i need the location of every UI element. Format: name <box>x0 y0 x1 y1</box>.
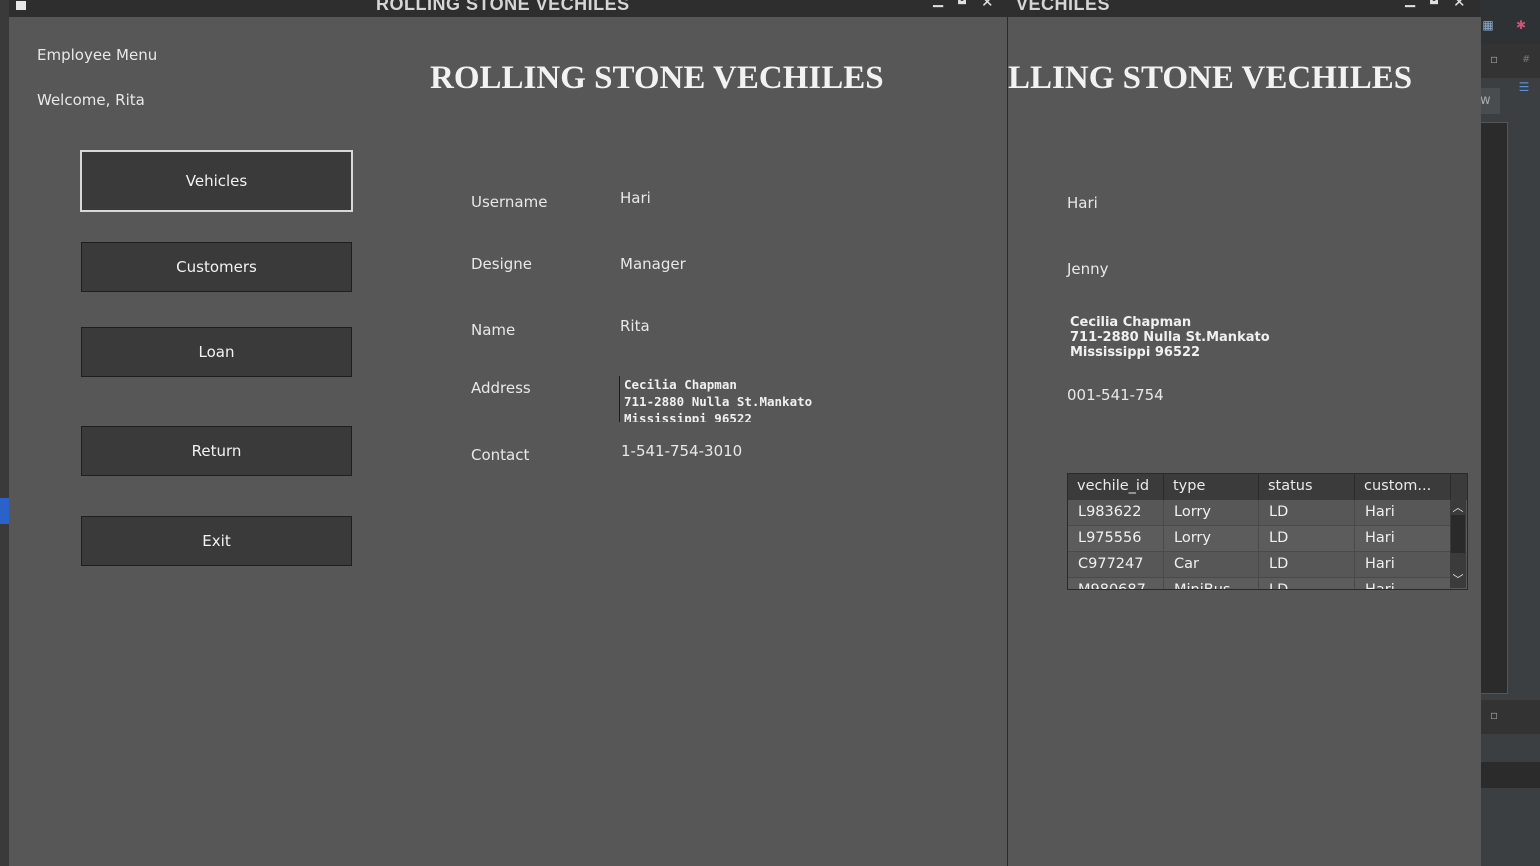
back-value-name: Jenny <box>1067 260 1109 278</box>
scroll-up-icon[interactable]: ︿ <box>1450 502 1466 514</box>
table-cell: MiniBus <box>1164 578 1259 589</box>
contact-label: Contact <box>471 446 530 464</box>
minimize-icon[interactable]: ▁ <box>933 0 943 9</box>
designe-value: Manager <box>620 255 686 273</box>
table-cell: Hari <box>1355 552 1451 578</box>
address-line: Mississippi 96522 <box>1070 345 1201 360</box>
welcome-text: Welcome, Rita <box>37 91 145 109</box>
ide-toolbar: ▦ ✱ <box>1480 0 1540 45</box>
table-cell: M980687 <box>1068 578 1164 589</box>
contact-value: 1-541-754-3010 <box>621 442 743 460</box>
name-label: Name <box>471 321 516 339</box>
close-icon[interactable]: ✕ <box>981 0 994 10</box>
table-cell: LD <box>1259 552 1355 578</box>
username-label: Username <box>471 193 548 211</box>
taskbar-indicator <box>0 498 9 524</box>
vehicle-table[interactable]: vechile_id type status custom... L983622… <box>1067 473 1468 590</box>
address-label: Address <box>471 379 531 397</box>
column-header[interactable]: custom... <box>1355 474 1451 500</box>
table-row[interactable]: L983622 Lorry LD Hari <box>1068 500 1467 526</box>
menu-title: Employee Menu <box>37 46 158 64</box>
column-header[interactable]: vechile_id <box>1068 474 1164 500</box>
address-line: 711-2880 Nulla St.Mankato <box>1070 330 1270 345</box>
table-row[interactable]: C977247 Car LD Hari <box>1068 552 1467 578</box>
list-icon[interactable]: ☰ <box>1517 80 1535 98</box>
vehicles-button[interactable]: Vehicles <box>80 150 353 212</box>
table-row[interactable]: L975556 Lorry LD Hari <box>1068 526 1467 552</box>
name-value: Rita <box>620 317 650 335</box>
table-cell: LD <box>1259 526 1355 552</box>
table-cell: Hari <box>1355 578 1451 589</box>
back-window: LLING STONE VECHILES Hari Jenny Cecilia … <box>1007 17 1481 866</box>
ide-panel-header: ▫ <box>1480 700 1540 734</box>
back-address: Cecilia Chapman 711-2880 Nulla St.Mankat… <box>1070 315 1270 360</box>
scroll-down-icon[interactable]: ﹀ <box>1450 574 1466 586</box>
toolbar-icon[interactable]: ✱ <box>1514 18 1528 32</box>
front-window-title: ROLLING STONE VECHILES <box>376 0 630 14</box>
table-cell: Hari <box>1355 500 1451 526</box>
toolbar-icon[interactable]: ▦ <box>1481 18 1495 32</box>
restore-icon[interactable]: ▫ <box>1490 52 1498 66</box>
ide-tab[interactable]: w <box>1480 88 1500 114</box>
table-cell: C977247 <box>1068 552 1164 578</box>
pin-icon[interactable]: # <box>1522 54 1530 65</box>
table-cell: Lorry <box>1164 526 1259 552</box>
table-cell: LD <box>1259 578 1355 589</box>
table-cell: Hari <box>1355 526 1451 552</box>
column-header[interactable]: status <box>1259 474 1355 500</box>
table-cell: Car <box>1164 552 1259 578</box>
maximize-icon[interactable]: ◘ <box>957 0 967 9</box>
restore-icon[interactable]: ▫ <box>1490 708 1498 722</box>
customers-button[interactable]: Customers <box>81 242 352 292</box>
column-header[interactable]: type <box>1164 474 1259 500</box>
page-heading: ROLLING STONE VECHILES <box>430 60 884 96</box>
scrollbar-thumb[interactable] <box>1451 515 1465 553</box>
return-button[interactable]: Return <box>81 426 352 476</box>
desktop-edge <box>0 0 9 866</box>
address-textarea[interactable]: Cecilia Chapman 711-2880 Nulla St.Mankat… <box>619 376 850 422</box>
front-window-titlebar[interactable]: ROLLING STONE VECHILES ▁ ◘ ✕ <box>9 0 1007 17</box>
table-cell: L975556 <box>1068 526 1164 552</box>
address-line: 711-2880 Nulla St.Mankato <box>624 394 813 409</box>
loan-button[interactable]: Loan <box>81 327 352 377</box>
front-window: Employee Menu Welcome, Rita Vehicles Cus… <box>9 17 1007 866</box>
table-cell: Lorry <box>1164 500 1259 526</box>
address-text: Cecilia Chapman 711-2880 Nulla St.Mankat… <box>620 376 850 422</box>
minimize-icon[interactable]: ▁ <box>1405 0 1415 9</box>
table-row[interactable]: M980687 MiniBus LD Hari <box>1068 578 1467 589</box>
table-cell: L983622 <box>1068 500 1164 526</box>
ide-side-panel <box>1480 122 1508 694</box>
address-line: Cecilia Chapman <box>624 377 737 392</box>
address-line: Cecilia Chapman <box>1070 315 1192 330</box>
back-value-username: Hari <box>1067 194 1098 212</box>
address-line: Mississippi 96522 <box>624 411 752 422</box>
back-window-titlebar[interactable]: VECHILES ▁ ◘ ✕ <box>1007 0 1480 17</box>
ide-lower-panel <box>1480 762 1540 788</box>
table-header: vechile_id type status custom... <box>1068 474 1467 500</box>
maximize-icon[interactable]: ◘ <box>1429 0 1439 9</box>
designe-label: Designe <box>471 255 533 273</box>
exit-button[interactable]: Exit <box>81 516 352 566</box>
table-cell: LD <box>1259 500 1355 526</box>
back-contact: 001-541-754 <box>1067 386 1164 404</box>
ide-tabbar: ▫ # <box>1480 44 1540 78</box>
back-window-title: VECHILES <box>1016 0 1111 14</box>
close-icon[interactable]: ✕ <box>1453 0 1466 10</box>
username-value: Hari <box>620 189 651 207</box>
back-window-heading: LLING STONE VECHILES <box>1008 60 1413 96</box>
window-menu-icon[interactable] <box>16 1 26 10</box>
ide-tab-label: w <box>1480 93 1491 108</box>
